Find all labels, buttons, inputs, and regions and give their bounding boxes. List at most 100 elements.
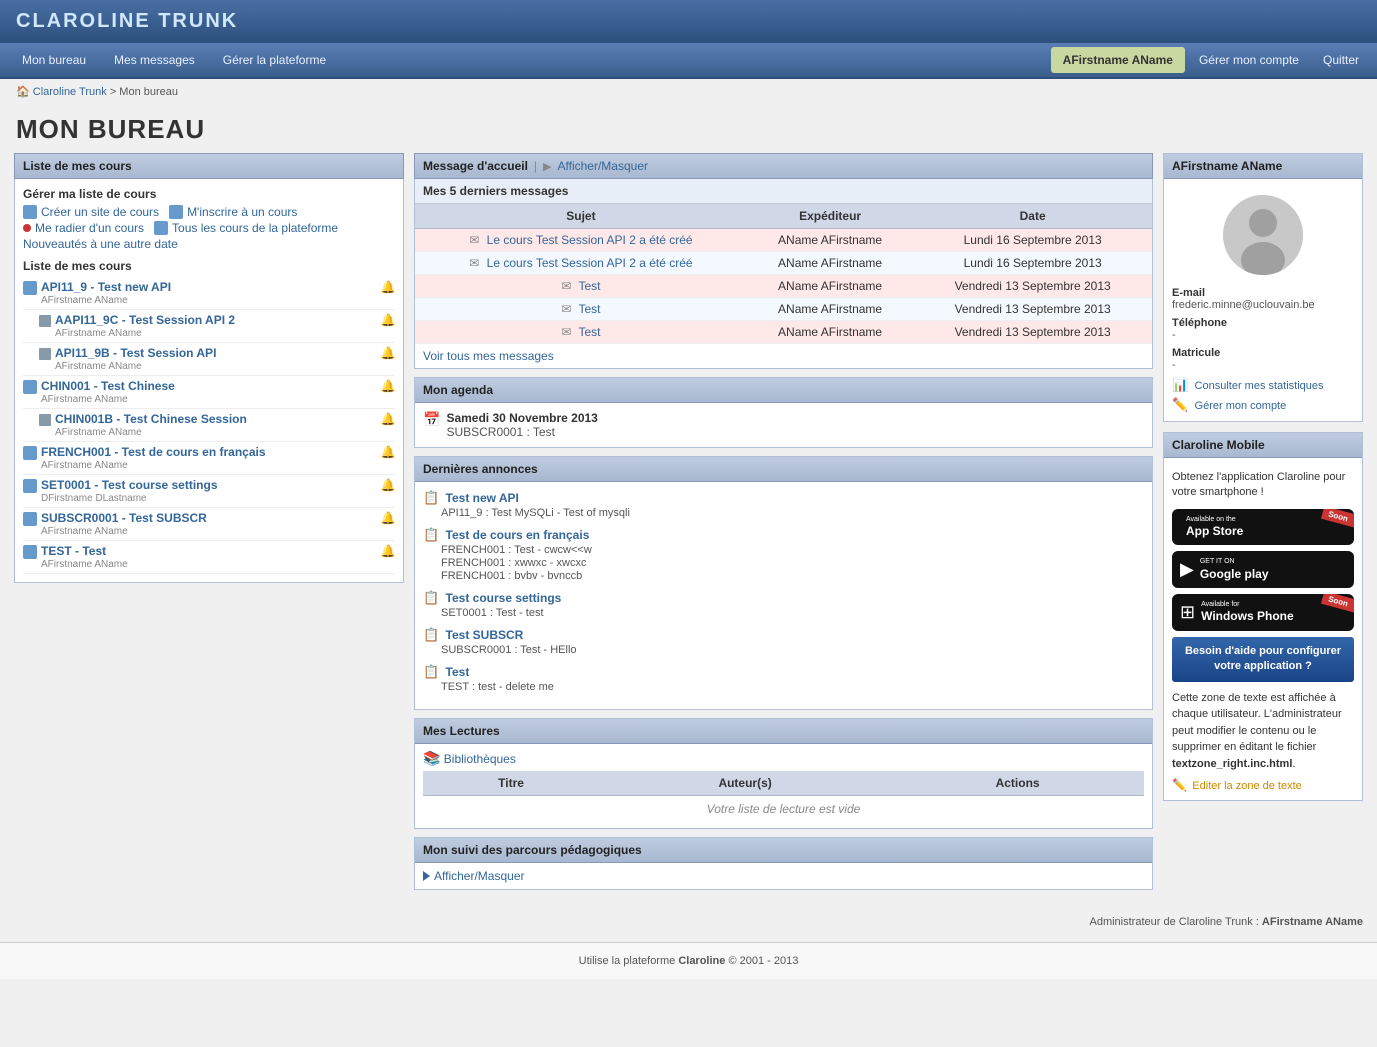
windows-phone-badge[interactable]: ⊞ Available for Windows Phone Soon (1172, 594, 1354, 631)
nav-mes-messages[interactable]: Mes messages (100, 43, 209, 77)
course-bell-icon[interactable]: 🔔 (381, 346, 395, 360)
welcome-header: Message d'accueil | ▶ Afficher/Masquer (414, 153, 1153, 179)
profile-email-label: E-mail (1172, 287, 1354, 299)
course-bell-icon[interactable]: 🔔 (381, 379, 395, 393)
course-name[interactable]: SET0001 - Test course settings (41, 478, 218, 492)
annonces-body: 📋 Test new API API11_9 : Test MySQLi - T… (415, 482, 1152, 709)
see-all-link[interactable]: Voir tous mes messages (423, 349, 554, 363)
parcours-toggle[interactable]: Afficher/Masquer (423, 869, 1144, 883)
soon-ribbon-apple: Soon (1321, 509, 1354, 529)
subscribe-course-icon (169, 205, 183, 219)
unsubscribe-link[interactable]: Me radier d'un cours (35, 221, 144, 235)
course-item: SUBSCR0001 - Test SUBSCR AFirstname ANam… (23, 508, 395, 541)
nav-right: AFirstname AName Gérer mon compte Quitte… (1051, 47, 1369, 73)
msg-date: Vendredi 13 Septembre 2013 (913, 275, 1152, 298)
msg-subject: ✉ Le cours Test Session API 2 a été créé (415, 252, 747, 275)
annonces-title: Dernières annonces (415, 457, 1152, 482)
google-play-badge[interactable]: ▶ GET IT ON Google play (1172, 551, 1354, 588)
course-icon (23, 446, 37, 460)
welcome-toggle-link[interactable]: Afficher/Masquer (558, 159, 649, 173)
all-courses-link[interactable]: Tous les cours de la plateforme (172, 221, 338, 235)
course-sub-icon (39, 414, 51, 426)
edit-zone-link[interactable]: Editer la zone de texte (1192, 780, 1301, 792)
page-title: MON BUREAU (0, 104, 1377, 153)
annonce-detail-3-0: SUBSCR0001 : Test - HEllo (423, 644, 1144, 656)
nav-gerer-plateforme[interactable]: Gérer la plateforme (209, 43, 340, 77)
footer-text: Utilise la plateforme Claroline © 2001 -… (579, 955, 799, 967)
novelties-link-wrap: Nouveautés à une autre date (23, 237, 395, 251)
parcours-title: Mon suivi des parcours pédagogiques (415, 838, 1152, 863)
avatar-svg (1223, 195, 1303, 275)
course-name[interactable]: API11_9B - Test Session API (55, 346, 216, 360)
annonce-block: 📋 Test TEST : test - delete me (423, 664, 1144, 693)
account-link[interactable]: Gérer mon compte (1195, 400, 1287, 412)
course-name[interactable]: API11_9 - Test new API (41, 280, 171, 294)
nav-mon-bureau[interactable]: Mon bureau (8, 43, 100, 77)
course-name[interactable]: CHIN001B - Test Chinese Session (55, 412, 247, 426)
nav-quitter[interactable]: Quitter (1313, 47, 1369, 73)
course-sub-icon (39, 315, 51, 327)
msg-envelope-icon: ✉ (469, 233, 479, 247)
course-bell-icon[interactable]: 🔔 (381, 412, 395, 426)
breadcrumb-home[interactable]: Claroline Trunk (33, 86, 107, 98)
msg-subject-link[interactable]: Le cours Test Session API 2 a été créé (487, 256, 693, 270)
annonce-icon: 📋 (423, 490, 439, 505)
annonce-title-link[interactable]: Test new API (446, 491, 519, 505)
msg-envelope-icon: ✉ (561, 325, 571, 339)
profile-tel-value: - (1172, 329, 1354, 341)
msg-subject-link[interactable]: Test (579, 279, 601, 293)
stats-link[interactable]: Consulter mes statistiques (1195, 380, 1324, 392)
course-item: SET0001 - Test course settings DFirstnam… (23, 475, 395, 508)
novelties-link[interactable]: Nouveautés à une autre date (23, 237, 178, 251)
course-bell-icon[interactable]: 🔔 (381, 313, 395, 327)
nav-gerer-compte[interactable]: Gérer mon compte (1189, 47, 1309, 73)
course-owner: AFirstname AName (41, 394, 175, 405)
course-name[interactable]: CHIN001 - Test Chinese (41, 379, 175, 393)
annonce-title-link[interactable]: Test de cours en français (446, 528, 590, 542)
text-zone-body: Cette zone de texte est affichée à chaqu… (1172, 692, 1342, 754)
profile-mat-field: Matricule - (1172, 347, 1354, 371)
course-bell-icon[interactable]: 🔔 (381, 544, 395, 558)
course-bell-icon[interactable]: 🔔 (381, 511, 395, 525)
create-course-icon (23, 205, 37, 219)
msg-col-date: Date (913, 204, 1152, 229)
annonce-icon: 📋 (423, 627, 439, 642)
breadcrumb: 🏠 Claroline Trunk > Mon bureau (0, 79, 1377, 104)
msg-subject-link[interactable]: Test (579, 302, 601, 316)
msg-envelope-icon: ✉ (469, 256, 479, 270)
user-badge[interactable]: AFirstname AName (1051, 47, 1185, 73)
course-name[interactable]: AAPI11_9C - Test Session API 2 (55, 313, 235, 327)
course-name[interactable]: SUBSCR0001 - Test SUBSCR (41, 511, 207, 525)
left-section-body: Gérer ma liste de cours Créer un site de… (14, 179, 404, 583)
annonce-title-link[interactable]: Test course settings (446, 591, 562, 605)
course-icon (23, 281, 37, 295)
msg-subject-link[interactable]: Test (579, 325, 601, 339)
breadcrumb-current: Mon bureau (119, 86, 178, 98)
course-bell-icon[interactable]: 🔔 (381, 478, 395, 492)
help-configure-button[interactable]: Besoin d'aide pour configurer votre appl… (1172, 637, 1354, 682)
msg-sender: AName AFirstname (747, 321, 913, 344)
profile-tel-label: Téléphone (1172, 317, 1354, 329)
annonce-title-link[interactable]: Test (446, 665, 470, 679)
library-link[interactable]: Bibliothèques (444, 752, 516, 766)
course-bell-icon[interactable]: 🔔 (381, 445, 395, 459)
footer-admin: Administrateur de Claroline Trunk : AFir… (0, 912, 1377, 932)
stats-icon: 📊 (1172, 377, 1188, 392)
course-list: API11_9 - Test new API AFirstname AName … (23, 277, 395, 574)
subscribe-course-link[interactable]: M'inscrire à un cours (187, 205, 297, 219)
home-icon: 🏠 (16, 86, 30, 98)
app-store-badge[interactable]: Available on the App Store Soon (1172, 509, 1354, 546)
create-course-link[interactable]: Créer un site de cours (41, 205, 159, 219)
mobile-card: Claroline Mobile Obtenez l'application C… (1163, 432, 1363, 801)
course-name[interactable]: FRENCH001 - Test de cours en français (41, 445, 266, 459)
annonce-title-link[interactable]: Test SUBSCR (446, 628, 524, 642)
course-name[interactable]: TEST - Test (41, 544, 128, 558)
app-store-small: Available on the (1186, 515, 1243, 524)
msg-subject-link[interactable]: Le cours Test Session API 2 a été créé (487, 233, 693, 247)
course-bell-icon[interactable]: 🔔 (381, 280, 395, 294)
annonce-block: 📋 Test course settings SET0001 : Test - … (423, 590, 1144, 619)
lectures-table: Titre Auteur(s) Actions Votre liste de l… (423, 771, 1144, 822)
annonce-detail-4-0: TEST : test - delete me (423, 681, 1144, 693)
agenda-item: 📅 Samedi 30 Novembre 2013 SUBSCR0001 : T… (423, 411, 1144, 439)
course-owner: AFirstname AName (55, 361, 216, 372)
